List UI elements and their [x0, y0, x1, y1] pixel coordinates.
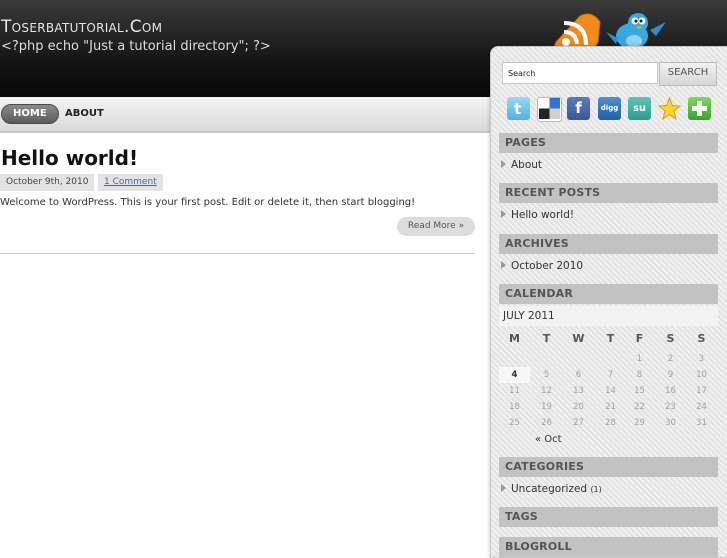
pages-item-about[interactable]: About	[501, 159, 542, 171]
calendar-day: 13	[573, 386, 584, 396]
add-icon[interactable]	[688, 97, 711, 120]
calendar-day: 2	[667, 354, 674, 364]
calendar-day: 25	[509, 418, 520, 428]
calendar-day: 4	[499, 367, 530, 383]
calendar-day: 22	[634, 402, 645, 412]
categories-widget-title: CATEGORIES	[499, 457, 718, 477]
calendar-day: 31	[696, 418, 707, 428]
post-divider	[0, 253, 475, 254]
calendar-day: 28	[605, 418, 616, 428]
calendar-day: 1	[636, 354, 643, 364]
post-comments-link[interactable]: 1 Comment	[98, 174, 163, 191]
calendar-weekdays: M T W T F S S	[499, 332, 718, 348]
favorite-icon[interactable]	[657, 96, 682, 121]
calendar-day: 16	[665, 386, 676, 396]
bullet-arrow-icon	[501, 261, 506, 269]
calendar-day: 11	[509, 386, 520, 396]
svg-text:t: t	[514, 100, 521, 118]
calendar-day: 20	[573, 402, 584, 412]
recent-post-label: Hello world!	[511, 209, 575, 221]
calendar-widget-title: CALENDAR	[499, 284, 718, 304]
archives-widget-title: ARCHIVES	[499, 234, 718, 254]
calendar-week-row: 1 2 3	[499, 351, 718, 367]
calendar-weekday: T	[606, 332, 615, 345]
archive-item[interactable]: October 2010	[501, 260, 583, 272]
calendar-week-row: 25 26 27 28 29 30 31	[499, 415, 718, 431]
calendar-day: 12	[541, 386, 552, 396]
digg-icon[interactable]: digg	[598, 97, 621, 120]
calendar-day: 5	[543, 370, 550, 380]
calendar-day: 24	[696, 402, 707, 412]
twitter-icon[interactable]: t	[507, 97, 530, 120]
bullet-arrow-icon	[501, 484, 506, 492]
site-title[interactable]: Toserbatutorial.Com	[1, 17, 162, 37]
calendar-day: 7	[607, 370, 614, 380]
calendar-weekday: T	[542, 332, 551, 345]
search-input[interactable]	[502, 62, 658, 84]
calendar-day: 17	[696, 386, 707, 396]
nav-about[interactable]: ABOUT	[65, 105, 104, 123]
facebook-icon[interactable]: f	[567, 97, 590, 120]
nav-home[interactable]: HOME	[1, 104, 59, 124]
post-body: Welcome to WordPress. This is your first…	[0, 197, 416, 208]
tags-widget-title: TAGS	[499, 507, 718, 527]
calendar-day: 18	[509, 402, 520, 412]
calendar-day: 14	[605, 386, 616, 396]
stumbleupon-icon[interactable]: su	[628, 97, 651, 120]
bullet-arrow-icon	[501, 210, 506, 218]
category-label: Uncategorized	[511, 483, 588, 495]
calendar-day: 26	[541, 418, 552, 428]
calendar-weekday: S	[697, 332, 706, 345]
sidebar: SEARCH t f digg su PAGES About RECENT PO…	[490, 46, 727, 558]
blogroll-widget-title: BLOGROLL	[499, 537, 718, 557]
calendar-month: JULY 2011	[499, 306, 718, 326]
calendar-day: 27	[573, 418, 584, 428]
archive-label: October 2010	[511, 260, 584, 272]
calendar-week-row: 4 5 6 7 8 9 10	[499, 367, 718, 383]
recent-post-item[interactable]: Hello world!	[501, 209, 574, 221]
pages-widget-title: PAGES	[499, 133, 718, 153]
category-count: (1)	[590, 485, 602, 494]
calendar-day: 15	[634, 386, 645, 396]
search-button[interactable]: SEARCH	[659, 62, 717, 86]
bullet-arrow-icon	[501, 160, 506, 168]
calendar-day: 8	[636, 370, 643, 380]
calendar-week-row: 11 12 13 14 15 16 17	[499, 383, 718, 399]
calendar-day: 23	[665, 402, 676, 412]
calendar-day: 3	[698, 354, 705, 364]
calendar-day: 29	[634, 418, 645, 428]
recent-posts-widget-title: RECENT POSTS	[499, 183, 718, 203]
calendar-day: 6	[575, 370, 582, 380]
site-description: <?php echo "Just a tutorial directory"; …	[1, 39, 271, 54]
read-more-button[interactable]: Read More »	[397, 217, 475, 236]
post-date: October 9th, 2010	[0, 174, 95, 191]
social-icons: t f digg su	[507, 96, 717, 122]
calendar-weekday: S	[666, 332, 675, 345]
calendar-weekday: M	[509, 332, 520, 345]
calendar-day: 10	[696, 370, 707, 380]
delicious-icon[interactable]	[537, 97, 562, 122]
calendar-weekday: W	[572, 332, 585, 345]
calendar-week-row: 18 19 20 21 22 23 24	[499, 399, 718, 415]
calendar-day: 30	[665, 418, 676, 428]
calendar-weekday: F	[635, 332, 644, 345]
calendar-day: 19	[541, 402, 552, 412]
post-title[interactable]: Hello world!	[1, 146, 138, 170]
calendar-day: 21	[605, 402, 616, 412]
calendar-prev-link[interactable]: « Oct	[535, 434, 562, 445]
pages-item-label: About	[511, 159, 543, 171]
calendar-day: 9	[667, 370, 674, 380]
category-item[interactable]: Uncategorized (1)	[501, 483, 602, 495]
